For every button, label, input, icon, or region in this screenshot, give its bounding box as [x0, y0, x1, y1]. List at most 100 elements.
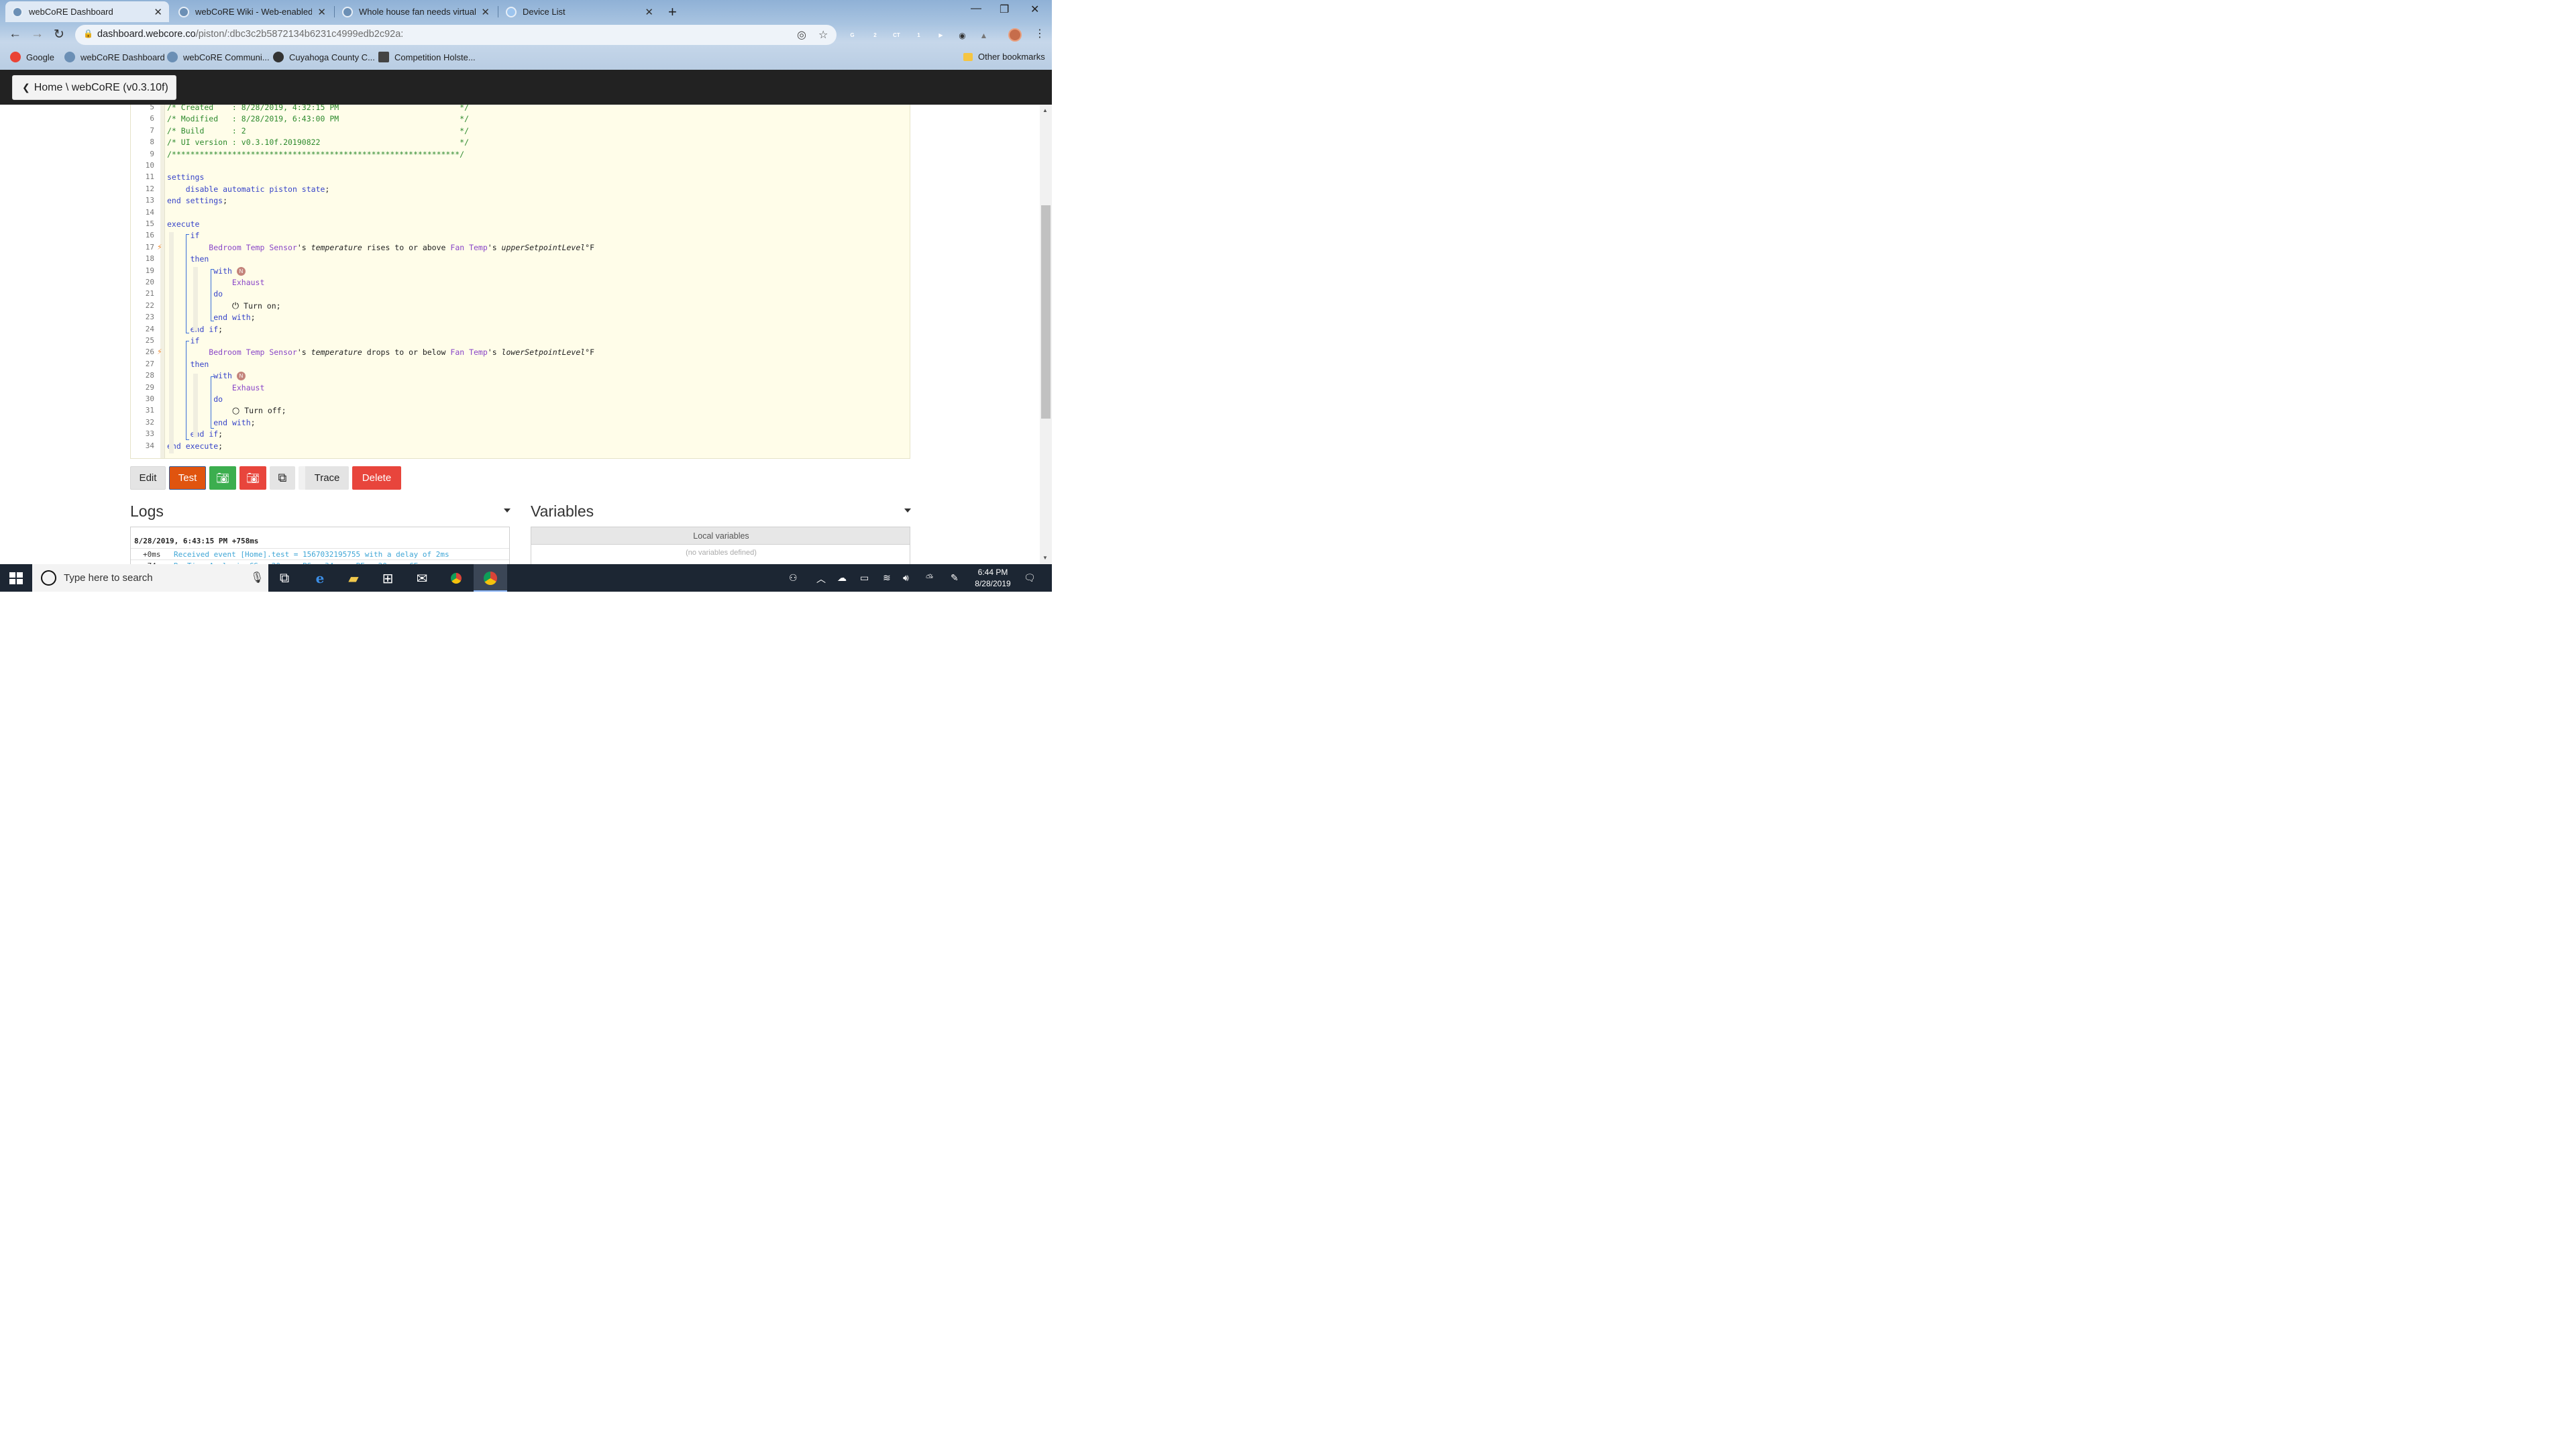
extension-drive-icon[interactable]: ▲	[978, 30, 989, 41]
taskbar-search-box[interactable]: Type here to search 🎙︎	[32, 564, 268, 592]
people-icon[interactable]: ⚇	[789, 572, 798, 584]
trace-button[interactable]: Trace	[298, 466, 349, 490]
browser-tab-device-list[interactable]: Device List ✕	[499, 1, 660, 22]
windows-start-icon[interactable]	[9, 572, 23, 584]
webcore-favicon-icon	[11, 6, 23, 17]
bookmark-webcore-dashboard[interactable]: webCoRE Dashboard	[64, 51, 165, 62]
microsoft-store-icon[interactable]: ⊞	[379, 570, 396, 587]
variables-dropdown-caret-icon[interactable]	[904, 508, 911, 513]
taskbar-clock[interactable]: 6:44 PM 8/28/2019	[966, 567, 1020, 590]
edge-browser-icon[interactable]: e	[311, 570, 329, 587]
tab-title: Whole house fan needs virtual th	[358, 6, 476, 17]
extension-lastpass-icon[interactable]: 1	[913, 30, 924, 41]
wifi-icon[interactable]: ≋	[883, 572, 891, 584]
line-number: 9	[150, 149, 154, 158]
forward-arrow-icon[interactable]: →	[31, 27, 44, 42]
code-line[interactable]: /***************************************…	[167, 150, 464, 159]
line-number: 10	[145, 160, 154, 170]
code-line[interactable]: ○ Turn off;	[167, 406, 286, 416]
code-line[interactable]: /* Build : 2 */	[167, 126, 469, 136]
bookmark-label: webCoRE Dashboard	[80, 52, 165, 62]
volume-icon[interactable]: 🔊︎	[903, 572, 909, 584]
close-tab-icon[interactable]: ✕	[317, 5, 326, 17]
scroll-down-arrow-icon[interactable]: ▼	[1042, 555, 1048, 561]
extension-translate-icon[interactable]: G	[847, 30, 858, 41]
logs-dropdown-caret-icon[interactable]	[503, 508, 511, 513]
logs-panel: 8/28/2019, 6:43:15 PM +758ms +0ms Receiv…	[129, 526, 510, 567]
address-bar[interactable]: 🔒 dashboard.webcore.co/piston/:dbc3c2b58…	[74, 24, 837, 45]
test-button[interactable]: Test	[168, 466, 206, 490]
clock-date: 8/28/2019	[975, 578, 1011, 588]
mail-icon[interactable]: ✉	[413, 570, 431, 587]
code-line[interactable]: with N	[167, 371, 246, 381]
bookmark-competition-holstein[interactable]: Competition Holste...	[378, 51, 476, 62]
code-line[interactable]: with N	[167, 266, 246, 276]
scroll-up-arrow-icon[interactable]: ▲	[1042, 107, 1048, 113]
extension-play-icon[interactable]: ▶	[935, 30, 947, 41]
then-indent-guide	[193, 266, 198, 331]
browser-tab-whole-house-fan[interactable]: Whole house fan needs virtual th ✕	[335, 1, 496, 22]
code-line[interactable]: settings	[167, 172, 204, 182]
browser-menu-icon[interactable]: ⋮	[1034, 27, 1045, 40]
code-line[interactable]: Exhaust	[167, 278, 264, 287]
close-tab-icon[interactable]: ✕	[481, 5, 490, 17]
code-line[interactable]: Bedroom Temp Sensor's temperature drops …	[167, 347, 594, 357]
bookmark-star-icon[interactable]: ☆	[818, 28, 828, 42]
action-center-icon[interactable]: 🗨︎	[1024, 572, 1036, 584]
bookmark-webcore-community[interactable]: webCoRE Communi...	[166, 51, 270, 62]
home-breadcrumb-button[interactable]: ❮ Home \ webCoRE (v0.3.10f)	[11, 74, 176, 100]
close-tab-icon[interactable]: ✕	[154, 5, 162, 17]
minimize-icon[interactable]: —	[971, 3, 981, 15]
new-tab-plus-icon[interactable]: +	[668, 3, 677, 21]
bookmark-label: Cuyahoga County C...	[288, 52, 375, 62]
show-hidden-icons-caret[interactable]: ︿	[816, 572, 826, 586]
onedrive-cloud-icon[interactable]: ☁	[837, 572, 847, 584]
extension-badge: ▲	[979, 30, 988, 40]
microphone-icon[interactable]: 🎙︎	[250, 571, 264, 584]
snapshot-green-button[interactable]: 📷︎	[209, 466, 236, 490]
extension-cast-icon[interactable]: ◉	[957, 30, 968, 41]
bookmark-other-bookmarks[interactable]: Other bookmarks	[963, 52, 1045, 62]
code-line[interactable]: /* Created : 8/28/2019, 4:32:15 PM */	[167, 105, 469, 112]
duplicate-button[interactable]: ⧉	[269, 466, 295, 490]
location-target-icon[interactable]: ◎	[797, 28, 806, 42]
extension-badge: G	[850, 32, 855, 38]
upload-cloud-icon[interactable]: ⛅︎	[926, 572, 933, 584]
battery-icon[interactable]: ▭	[860, 572, 869, 584]
chrome-profile-icon[interactable]	[482, 570, 499, 587]
file-explorer-icon[interactable]: ▰	[345, 570, 362, 587]
profile-avatar[interactable]	[1008, 28, 1022, 42]
browser-tab-webcore-wiki[interactable]: webCoRE Wiki - Web-enabled Co ✕	[172, 1, 333, 22]
pen-icon[interactable]: ✎	[951, 572, 959, 584]
code-line[interactable]: Exhaust	[167, 383, 264, 392]
browser-tab-webcore-dashboard[interactable]: webCoRE Dashboard ✕	[5, 1, 169, 22]
restore-icon[interactable]: ❐	[1000, 3, 1009, 16]
close-tab-icon[interactable]: ✕	[645, 5, 653, 17]
bookmark-google[interactable]: Google	[9, 51, 54, 62]
reload-icon[interactable]: ↻	[54, 27, 64, 42]
back-arrow-icon[interactable]: ←	[9, 27, 21, 42]
code-line[interactable]: /* Modified : 8/28/2019, 6:43:00 PM */	[167, 114, 469, 123]
page-scrollbar[interactable]: ▲ ▼	[1039, 104, 1052, 564]
task-view-icon[interactable]: ⧉	[276, 570, 293, 587]
bookmark-cuyahoga-county[interactable]: Cuyahoga County C...	[272, 51, 375, 62]
delete-button[interactable]: Delete	[352, 466, 401, 490]
chrome-icon[interactable]	[447, 570, 465, 587]
code-line[interactable]: execute	[167, 219, 199, 229]
code-line[interactable]: ⏻ Turn on;	[167, 301, 281, 311]
extension-calendar-icon[interactable]: 2	[869, 30, 881, 41]
edit-button[interactable]: Edit	[129, 466, 166, 490]
lock-icon: 🔒	[83, 28, 93, 38]
address-url[interactable]: dashboard.webcore.co/piston/:dbc3c2b5872…	[97, 29, 403, 40]
local-variables-header: Local variables	[531, 527, 910, 545]
window-close-icon[interactable]: ✕	[1030, 3, 1039, 16]
snapshot-red-button[interactable]: 📷︎	[239, 466, 266, 490]
code-line[interactable]: end settings;	[167, 196, 227, 205]
code-line[interactable]: Bedroom Temp Sensor's temperature rises …	[167, 243, 594, 252]
code-line[interactable]: end execute;	[167, 441, 223, 451]
scrollbar-thumb[interactable]	[1040, 205, 1051, 419]
code-line[interactable]: /* UI version : v0.3.10f.20190822 */	[167, 138, 469, 147]
extension-ct-icon[interactable]: CT	[891, 30, 902, 41]
tab-title: webCoRE Dashboard	[28, 6, 113, 17]
code-line[interactable]: disable automatic piston state;	[167, 184, 330, 194]
